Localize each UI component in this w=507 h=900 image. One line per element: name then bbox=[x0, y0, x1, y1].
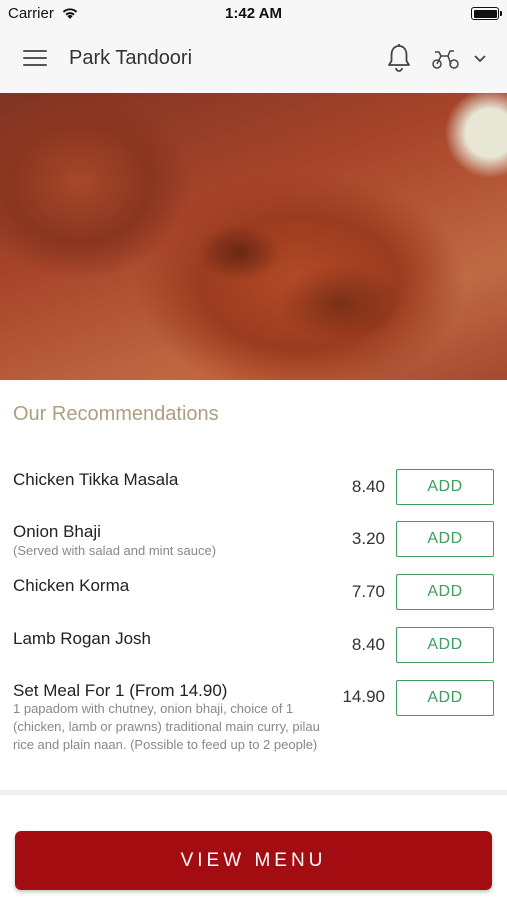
add-button[interactable]: ADD bbox=[396, 680, 494, 716]
item-name: Set Meal For 1 (From 14.90) bbox=[13, 681, 228, 700]
item-price: 3.20 bbox=[351, 529, 385, 548]
item-description: 1 papadom with chutney, onion bhaji, cho… bbox=[13, 701, 320, 752]
add-button[interactable]: ADD bbox=[396, 469, 494, 505]
status-time: 1:42 AM bbox=[225, 5, 282, 22]
hero-food-image bbox=[0, 93, 507, 380]
restaurant-title: Park Tandoori bbox=[69, 47, 193, 69]
view-menu-button[interactable]: VIEW MENU bbox=[15, 831, 492, 890]
add-button[interactable]: ADD bbox=[396, 627, 494, 663]
item-name: Chicken Tikka Masala bbox=[13, 470, 179, 489]
item-price: 7.70 bbox=[351, 582, 385, 601]
item-price: 14.90 bbox=[342, 687, 385, 706]
app-header: Park Tandoori bbox=[0, 26, 507, 93]
item-name: Onion Bhaji bbox=[13, 522, 101, 541]
divider bbox=[0, 790, 507, 795]
battery-icon bbox=[471, 7, 502, 20]
chevron-down-icon[interactable] bbox=[473, 54, 487, 64]
add-button[interactable]: ADD bbox=[396, 574, 494, 610]
item-name: Chicken Korma bbox=[13, 576, 130, 595]
delivery-scooter-icon[interactable] bbox=[431, 48, 461, 70]
bell-icon[interactable] bbox=[386, 43, 412, 73]
item-price: 8.40 bbox=[351, 477, 385, 496]
add-button[interactable]: ADD bbox=[396, 521, 494, 557]
section-title: Our Recommendations bbox=[13, 403, 219, 425]
item-name: Lamb Rogan Josh bbox=[13, 629, 151, 648]
item-description: (Served with salad and mint sauce) bbox=[13, 543, 217, 558]
hamburger-menu-icon[interactable] bbox=[23, 48, 47, 68]
status-bar: Carrier 1:42 AM bbox=[0, 0, 507, 26]
item-price: 8.40 bbox=[351, 635, 385, 654]
